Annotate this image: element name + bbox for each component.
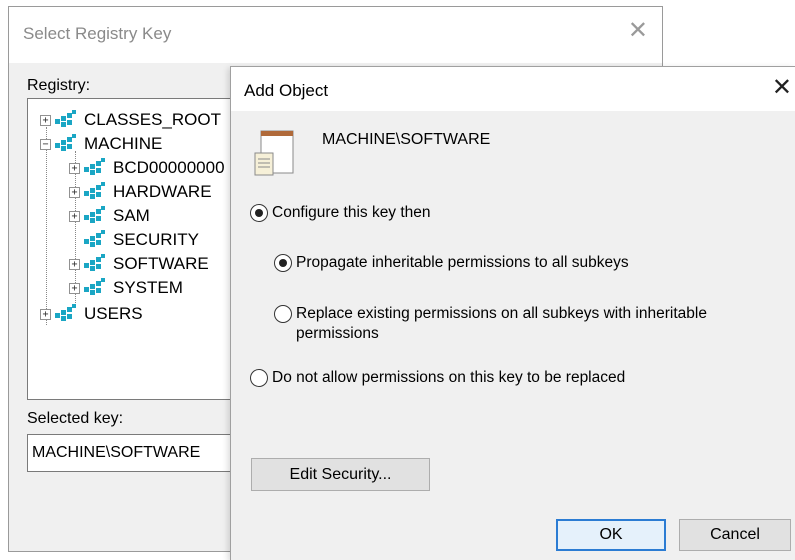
option-label-line: Replace existing permissions on all subk…: [296, 305, 707, 322]
collapse-icon[interactable]: −: [40, 138, 51, 150]
title-bar: Select Registry Key ✕: [9, 7, 662, 63]
registry-label: Registry:: [27, 77, 91, 94]
tree-item-label: CLASSES_ROOT: [84, 110, 221, 129]
expand-icon[interactable]: +: [40, 114, 51, 126]
registry-key-icon: [84, 206, 105, 223]
tree-item-bcd[interactable]: + BCD00000000: [69, 157, 225, 179]
object-path: MACHINE\SOFTWARE: [322, 131, 491, 148]
expand-icon[interactable]: +: [69, 258, 80, 270]
registry-key-icon: [55, 304, 76, 321]
tree-item-label: BCD00000000: [113, 158, 225, 177]
registry-key-icon: [55, 134, 76, 151]
close-icon[interactable]: ✕: [628, 19, 648, 43]
option-label: Replace existing permissions on all subk…: [296, 304, 707, 344]
replace-permissions-option[interactable]: Replace existing permissions on all subk…: [274, 304, 707, 344]
ok-button[interactable]: OK: [556, 519, 666, 551]
dialog-title: Add Object: [244, 81, 329, 100]
tree-item-users[interactable]: + USERS: [40, 303, 143, 325]
registry-object-icon: [254, 130, 294, 176]
selected-key-label: Selected key:: [27, 410, 124, 427]
title-bar: Add Object ✕: [231, 67, 795, 111]
tree-item-software[interactable]: + SOFTWARE: [69, 253, 209, 275]
option-label-line: permissions: [296, 325, 379, 342]
expand-icon[interactable]: +: [69, 282, 80, 294]
expand-icon[interactable]: +: [69, 210, 80, 222]
tree-connector: [46, 127, 47, 325]
close-icon[interactable]: ✕: [772, 76, 792, 100]
tree-item-sam[interactable]: + SAM: [69, 205, 150, 227]
do-not-allow-option[interactable]: Do not allow permissions on this key to …: [250, 368, 625, 388]
configure-key-option[interactable]: Configure this key then: [250, 203, 431, 223]
tree-item-hardware[interactable]: + HARDWARE: [69, 181, 212, 203]
tree-item-security[interactable]: SECURITY: [69, 229, 199, 251]
option-label: Do not allow permissions on this key to …: [272, 369, 626, 386]
tree-item-system[interactable]: + SYSTEM: [69, 277, 183, 299]
tree-item-label: MACHINE: [84, 134, 163, 153]
radio-button[interactable]: [250, 204, 268, 222]
tree-item-label: SYSTEM: [113, 278, 183, 297]
expand-icon[interactable]: +: [69, 186, 80, 198]
registry-key-icon: [55, 110, 76, 127]
cancel-button[interactable]: Cancel: [679, 519, 791, 551]
tree-item-label: SECURITY: [113, 230, 199, 249]
radio-button[interactable]: [274, 254, 292, 272]
tree-item-machine[interactable]: − MACHINE: [40, 133, 162, 155]
tree-item-label: SAM: [113, 206, 150, 225]
edit-security-button[interactable]: Edit Security...: [251, 458, 430, 491]
registry-key-icon: [84, 254, 105, 271]
option-label: Configure this key then: [272, 204, 431, 221]
propagate-permissions-option[interactable]: Propagate inheritable permissions to all…: [274, 253, 629, 273]
tree-item-label: SOFTWARE: [113, 254, 209, 273]
expand-icon[interactable]: +: [69, 162, 80, 174]
registry-key-icon: [84, 182, 105, 199]
option-label: Propagate inheritable permissions to all…: [296, 254, 629, 271]
tree-item-label: HARDWARE: [113, 182, 212, 201]
tree-item-classes-root[interactable]: + CLASSES_ROOT: [40, 109, 221, 131]
registry-key-icon: [84, 158, 105, 175]
radio-button[interactable]: [274, 305, 292, 323]
registry-key-icon: [84, 230, 105, 247]
radio-button[interactable]: [250, 369, 268, 387]
tree-item-label: USERS: [84, 304, 143, 323]
expand-icon[interactable]: +: [40, 308, 51, 320]
add-object-dialog: Add Object ✕ MACHINE\SOFTWARE Configure …: [230, 66, 795, 560]
registry-key-icon: [84, 278, 105, 295]
dialog-title: Select Registry Key: [23, 24, 172, 43]
